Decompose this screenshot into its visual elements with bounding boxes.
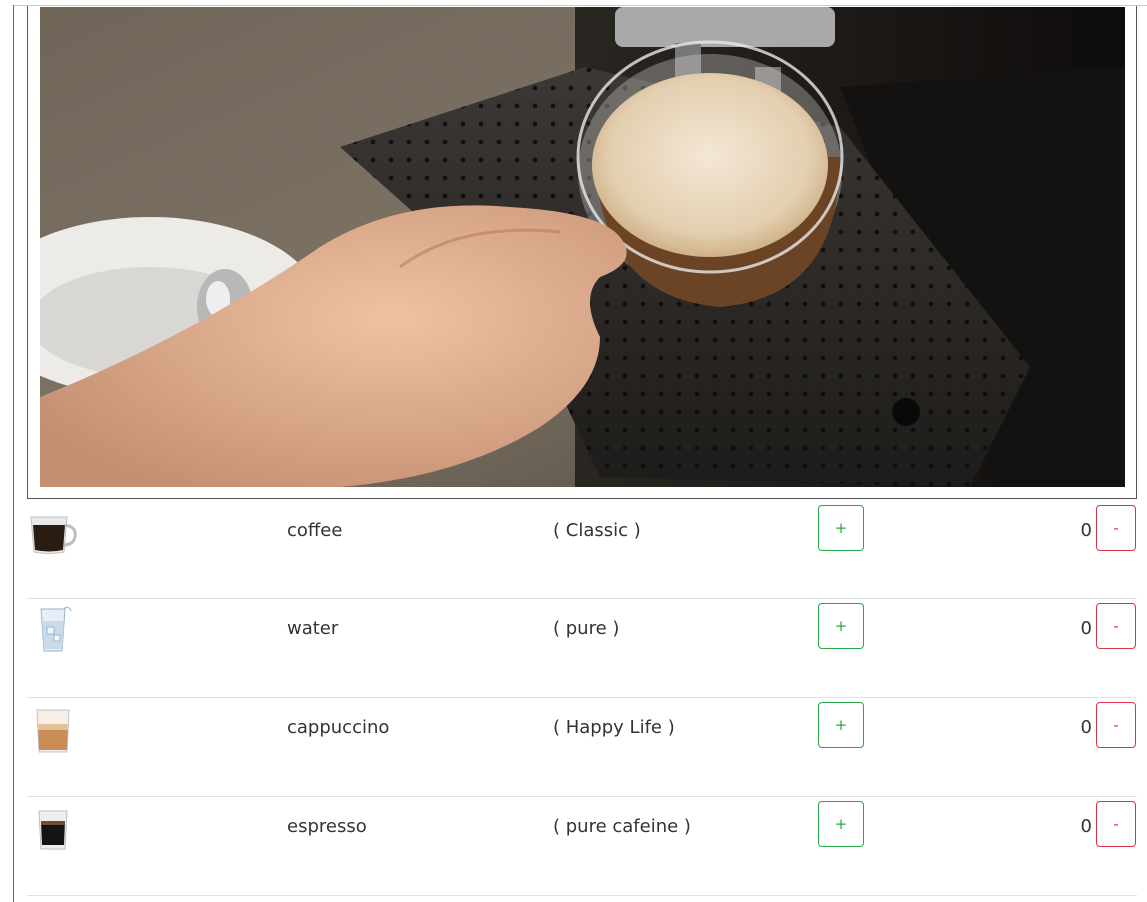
product-list: coffee ( Classic ) + 0 - water ( pure ) … (27, 501, 1137, 896)
product-description: ( pure cafeine ) (553, 816, 691, 837)
product-name: cappuccino (287, 717, 390, 738)
remove-button[interactable]: - (1096, 603, 1136, 649)
quantity-value: 0 (1080, 717, 1092, 738)
hero-image (40, 7, 1125, 487)
remove-button[interactable]: - (1096, 505, 1136, 551)
coffee-mug-icon (27, 507, 79, 559)
remove-button[interactable]: - (1096, 801, 1136, 847)
add-button[interactable]: + (818, 801, 864, 847)
product-row: espresso ( pure cafeine ) + 0 - (27, 797, 1137, 896)
product-name: coffee (287, 520, 343, 541)
product-description: ( Classic ) (553, 520, 641, 541)
product-name: espresso (287, 816, 367, 837)
espresso-glass-icon (27, 807, 79, 859)
add-button[interactable]: + (818, 603, 864, 649)
left-border (13, 5, 14, 902)
product-row: coffee ( Classic ) + 0 - (27, 501, 1137, 599)
product-description: ( pure ) (553, 618, 620, 639)
quantity-value: 0 (1080, 618, 1092, 639)
product-name: water (287, 618, 339, 639)
quantity-value: 0 (1080, 520, 1092, 541)
remove-button[interactable]: - (1096, 702, 1136, 748)
quantity-value: 0 (1080, 816, 1092, 837)
add-button[interactable]: + (818, 702, 864, 748)
product-row: cappuccino ( Happy Life ) + 0 - (27, 698, 1137, 797)
cappuccino-glass-icon (27, 704, 79, 756)
add-button[interactable]: + (818, 505, 864, 551)
water-glass-icon (27, 603, 79, 655)
product-description: ( Happy Life ) (553, 717, 675, 738)
product-row: water ( pure ) + 0 - (27, 599, 1137, 698)
